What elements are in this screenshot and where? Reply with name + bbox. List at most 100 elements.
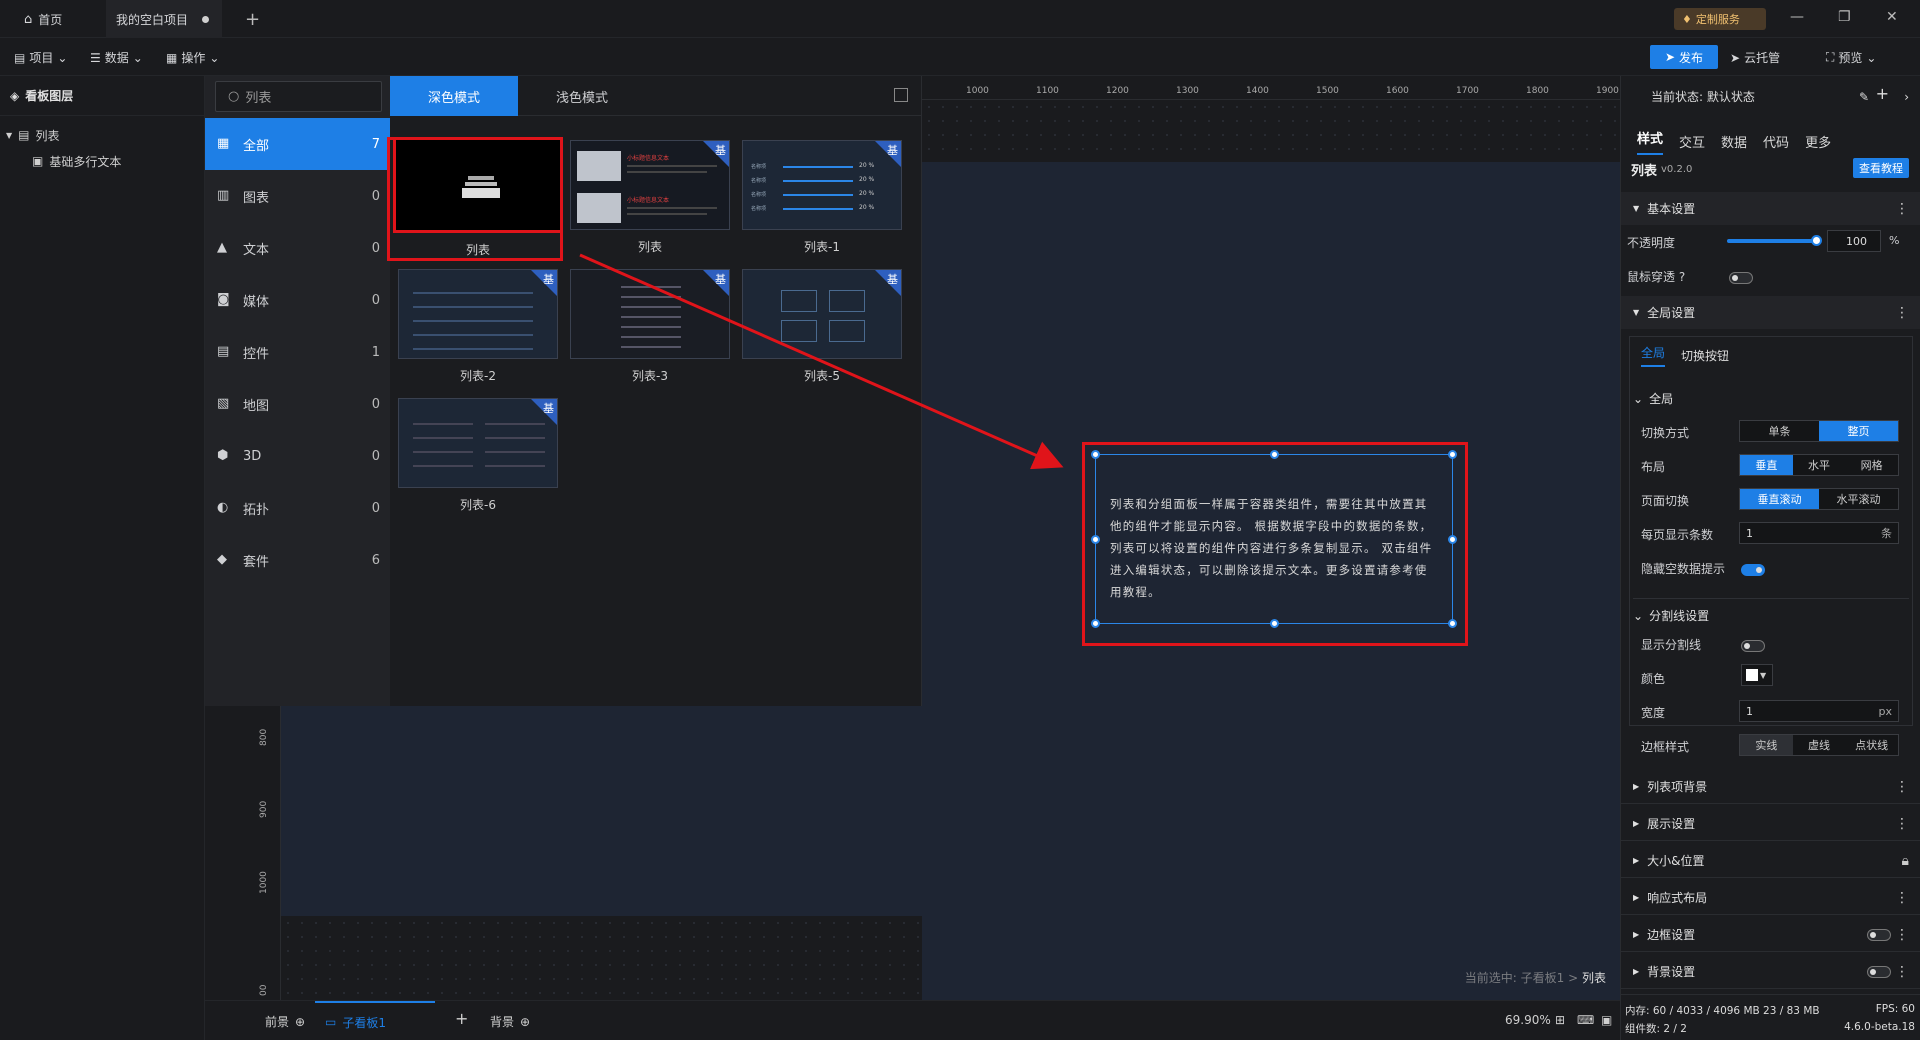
category-map[interactable]: ▧ 地图 0 <box>205 378 390 430</box>
border-style-solid[interactable]: 实线 <box>1740 735 1793 755</box>
back-layer-tab[interactable]: 背景 ⊕ <box>490 1013 530 1030</box>
project-tab[interactable]: 我的空白项目 <box>106 0 222 38</box>
resize-handle[interactable] <box>1091 619 1100 628</box>
category-all[interactable]: ▦ 全部 7 <box>205 118 390 170</box>
list-widget[interactable]: 列表和分组面板一样属于容器类组件，需要往其中放置其他的组件才能显示内容。 根据数… <box>1091 450 1457 628</box>
component-card-list-3[interactable]: 基 列表-3 <box>570 269 730 384</box>
section-item-background[interactable]: ▶ 列表项背景 ⋮ <box>1621 770 1920 804</box>
page-switch-horizontal[interactable]: 水平滚动 <box>1819 489 1898 509</box>
section-display[interactable]: ▶ 展示设置 ⋮ <box>1621 807 1920 841</box>
tab-global[interactable]: 全局 <box>1641 344 1666 367</box>
mouse-through-toggle[interactable] <box>1729 272 1753 284</box>
tab-dark-mode[interactable]: 深色模式 <box>390 76 518 116</box>
show-divider-toggle[interactable] <box>1741 640 1765 652</box>
canvas-left-area[interactable]: 800 900 1000 00 <box>205 706 922 1000</box>
tab-code[interactable]: 代码 <box>1763 132 1789 151</box>
restore-button[interactable]: ❐ <box>1838 9 1851 25</box>
more-vertical-icon[interactable]: ⋮ <box>1895 201 1909 217</box>
more-vertical-icon[interactable]: ⋮ <box>1895 816 1909 832</box>
page-switch-segment[interactable]: 垂直滚动 水平滚动 <box>1739 488 1899 510</box>
custom-service-button[interactable]: ♦ 定制服务 <box>1674 8 1766 30</box>
add-circle-icon[interactable]: ⊕ <box>520 1015 530 1029</box>
add-state-icon[interactable]: + <box>1876 84 1889 103</box>
component-card-list-2[interactable]: 基 列表-2 <box>398 269 558 384</box>
board-outside-area[interactable] <box>281 916 922 1000</box>
cloud-hosting-button[interactable]: ➤ 云托管 <box>1730 49 1780 66</box>
menu-project[interactable]: ▤ 项目 ⌄ <box>14 49 67 66</box>
more-vertical-icon[interactable]: ⋮ <box>1895 927 1909 943</box>
tab-more[interactable]: 更多 <box>1805 132 1831 151</box>
category-controls[interactable]: ▤ 控件 1 <box>205 326 390 378</box>
section-basic[interactable]: ▼ 基本设置 ⋮ <box>1621 192 1920 226</box>
view-tutorial-button[interactable]: 查看教程 <box>1853 158 1909 178</box>
resize-handle[interactable] <box>1270 619 1279 628</box>
color-picker[interactable]: ▼ <box>1741 664 1773 686</box>
component-card-list[interactable]: 小标题信息文本 小标题信息文本 基 列表 <box>570 140 730 255</box>
section-global[interactable]: ▼ 全局设置 ⋮ <box>1621 296 1920 330</box>
more-vertical-icon[interactable]: ⋮ <box>1895 890 1909 906</box>
subsection-global[interactable]: ⌄ 全局 <box>1633 390 1909 407</box>
category-media[interactable]: ◙ 媒体 0 <box>205 274 390 326</box>
minimize-button[interactable]: — <box>1790 9 1804 25</box>
tab-switch-button[interactable]: 切换按钮 <box>1681 347 1729 364</box>
edit-icon[interactable]: ✎ <box>1859 90 1869 104</box>
close-button[interactable]: ✕ <box>1886 9 1898 25</box>
zoom-level[interactable]: 69.90% <box>1505 1013 1551 1027</box>
border-style-dotted[interactable]: 点状线 <box>1845 735 1899 755</box>
divider-width-input[interactable]: 1 px <box>1739 700 1899 722</box>
keyboard-icon[interactable]: ⌨ <box>1577 1013 1594 1027</box>
resize-handle[interactable] <box>1091 535 1100 544</box>
section-border[interactable]: ▶ 边框设置 ⋮ <box>1621 918 1920 952</box>
border-toggle[interactable] <box>1867 929 1891 941</box>
layout-vertical[interactable]: 垂直 <box>1740 455 1793 475</box>
tab-data[interactable]: 数据 <box>1721 132 1747 151</box>
more-vertical-icon[interactable]: ⋮ <box>1895 964 1909 980</box>
category-chart[interactable]: ▥ 图表 0 <box>205 170 390 222</box>
opacity-slider[interactable] <box>1727 239 1815 243</box>
resize-handle[interactable] <box>1448 535 1457 544</box>
opacity-input[interactable]: 100 <box>1827 230 1881 252</box>
per-page-input[interactable]: 1 条 <box>1739 522 1899 544</box>
add-tab-button[interactable]: + <box>245 0 260 38</box>
section-responsive[interactable]: ▶ 响应式布局 ⋮ <box>1621 881 1920 915</box>
terminal-icon[interactable]: ▣ <box>1601 1013 1612 1027</box>
opacity-slider-handle[interactable] <box>1811 235 1822 246</box>
border-style-segment[interactable]: 实线 虚线 点状线 <box>1739 734 1899 756</box>
tab-interaction[interactable]: 交互 <box>1679 132 1705 151</box>
preview-button[interactable]: ⛶ 预览 ⌄ <box>1826 49 1876 66</box>
layout-segment[interactable]: 垂直 水平 网格 <box>1739 454 1899 476</box>
resize-handle[interactable] <box>1270 450 1279 459</box>
component-card-list-6[interactable]: 基 列表-6 <box>398 398 558 513</box>
resize-handle[interactable] <box>1091 450 1100 459</box>
menu-data[interactable]: ☰ 数据 ⌄ <box>90 49 143 66</box>
export-icon[interactable] <box>894 88 908 102</box>
help-icon[interactable]: ? <box>1679 270 1685 284</box>
subboard-tab[interactable]: ▭ 子看板1 <box>315 1001 435 1040</box>
layer-item-text[interactable]: ▣ 基础多行文本 <box>0 148 204 174</box>
more-vertical-icon[interactable]: ⋮ <box>1895 305 1909 321</box>
category-kit[interactable]: ◆ 套件 6 <box>205 534 390 586</box>
more-vertical-icon[interactable]: ⋮ <box>1895 779 1909 795</box>
switch-mode-single[interactable]: 单条 <box>1740 421 1819 441</box>
front-layer-tab[interactable]: 前景 ⊕ <box>265 1013 305 1030</box>
switch-mode-page[interactable]: 整页 <box>1819 421 1898 441</box>
fit-screen-icon[interactable]: ⊞ <box>1555 1013 1565 1027</box>
tab-light-mode[interactable]: 浅色模式 <box>518 76 646 116</box>
library-search-input[interactable]: ○ 列表 <box>215 81 382 112</box>
section-background[interactable]: ▶ 背景设置 ⋮ <box>1621 955 1920 989</box>
menu-operate[interactable]: ▦ 操作 ⌄ <box>166 49 219 66</box>
layout-grid[interactable]: 网格 <box>1845 455 1899 475</box>
category-text[interactable]: ▲ 文本 0 <box>205 222 390 274</box>
component-card-list-1[interactable]: 名称项 20 % 名称项 20 % 名称项 20 % 名称项 20 % 基 列表… <box>742 140 902 255</box>
board-outside-area[interactable] <box>922 100 1620 162</box>
border-style-dashed[interactable]: 虚线 <box>1792 735 1846 755</box>
resize-handle[interactable] <box>1448 450 1457 459</box>
page-switch-vertical[interactable]: 垂直滚动 <box>1740 489 1819 509</box>
section-size-position[interactable]: ▶ 大小&位置 🔒︎ <box>1621 844 1920 878</box>
add-subboard-button[interactable]: + <box>455 1009 468 1028</box>
background-toggle[interactable] <box>1867 966 1891 978</box>
publish-button[interactable]: ➤ 发布 <box>1650 45 1718 69</box>
hide-empty-toggle[interactable] <box>1741 564 1765 576</box>
chevron-right-icon[interactable]: › <box>1904 90 1909 104</box>
add-circle-icon[interactable]: ⊕ <box>295 1015 305 1029</box>
